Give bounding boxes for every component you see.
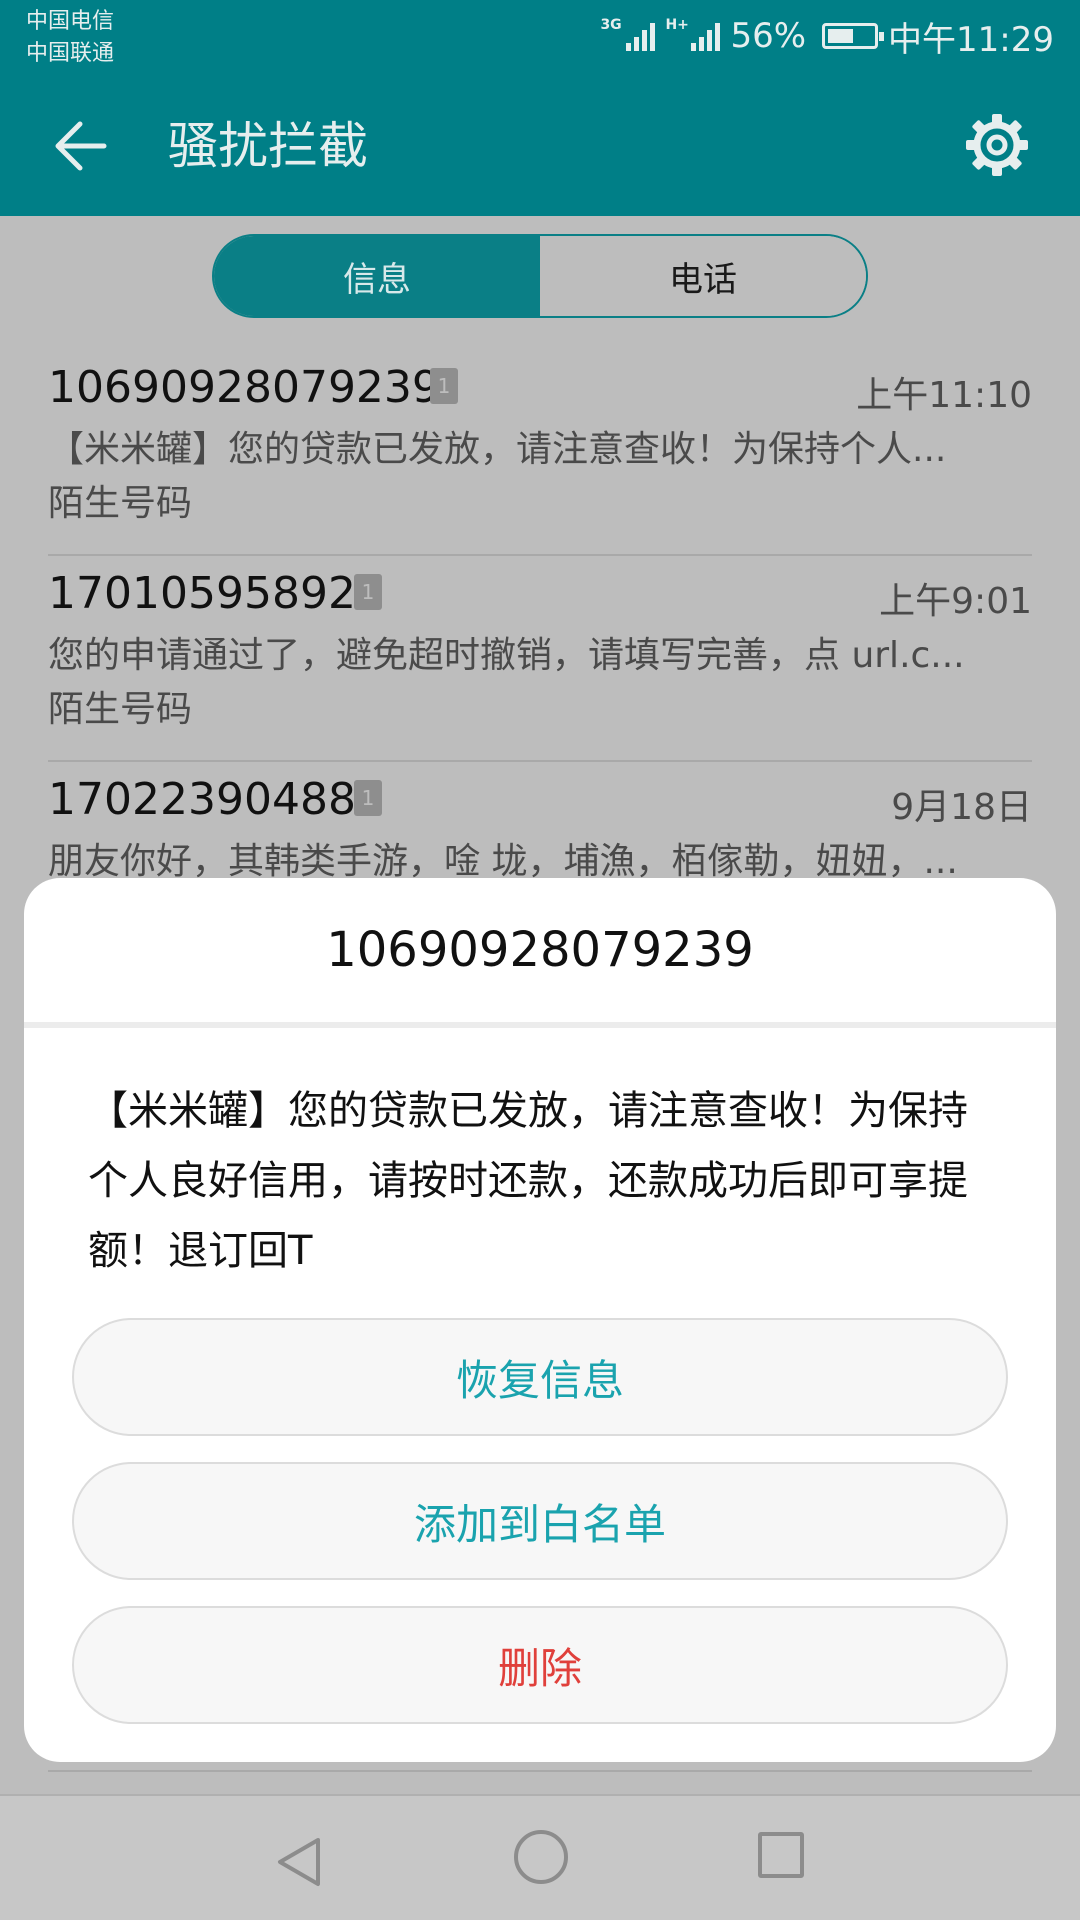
sender-number: 10690928079239 <box>48 362 440 413</box>
message-preview: 您的申请通过了，避免超时撤销，请填写完善，点 url.c... <box>48 635 965 676</box>
screen: 中国电信 中国联通 3G H+ 56% 中午11:29 骚扰拦截 信息 电话 1… <box>0 0 1080 1920</box>
list-item[interactable]: 17010595892 1 上午9:01 您的申请通过了，避免超时撤销，请填写完… <box>48 556 1032 762</box>
signal-1-icon: 3G <box>600 17 656 51</box>
message-action-dialog: 10690928079239 【米米罐】您的贷款已发放，请注意查收！为保持个人良… <box>24 878 1056 1762</box>
number-label: 陌生号码 <box>48 483 193 524</box>
sender-number: 17022390488 <box>48 774 356 825</box>
gear-icon[interactable] <box>964 112 1030 178</box>
number-label: 陌生号码 <box>48 689 193 730</box>
segmented-tabs: 信息 电话 <box>212 234 868 318</box>
sim-card-icon: 1 <box>354 780 382 816</box>
battery-level <box>828 29 854 43</box>
app-bar: 骚扰拦截 <box>0 76 1080 216</box>
message-preview: 朋友你好，其韩类手游，唫 垅，埔漁，栢傢勒，妞妞，... <box>48 841 958 882</box>
system-nav-bar <box>0 1794 1080 1920</box>
signal-2-type: H+ <box>665 17 689 33</box>
status-indicators: 3G H+ 56% 中午11:29 <box>600 14 1054 60</box>
carrier-2: 中国联通 <box>26 41 115 66</box>
arrow-left-icon[interactable] <box>52 116 112 176</box>
tab-calls[interactable]: 电话 <box>540 236 866 316</box>
delete-button[interactable]: 删除 <box>72 1606 1008 1724</box>
nav-back-icon[interactable] <box>272 1834 328 1890</box>
dialog-title: 10690928079239 <box>326 922 754 978</box>
battery-percent: 56% <box>730 16 807 56</box>
sim-card-icon: 1 <box>354 574 382 610</box>
message-time: 上午9:01 <box>879 581 1032 622</box>
tab-messages[interactable]: 信息 <box>214 236 540 316</box>
message-time: 9月18日 <box>891 787 1032 828</box>
message-time: 上午11:10 <box>856 375 1032 416</box>
carrier-names: 中国电信 中国联通 <box>26 6 114 70</box>
dialog-message-body: 【米米罐】您的贷款已发放，请注意查收！为保持个人良好信用，请按时还款，还款成功后… <box>88 1088 968 1274</box>
nav-recents-icon[interactable] <box>758 1832 804 1878</box>
message-preview: 【米米罐】您的贷款已发放，请注意查收！为保持个人... <box>48 429 947 470</box>
clock: 中午11:29 <box>888 19 1054 60</box>
status-bar: 中国电信 中国联通 3G H+ 56% 中午11:29 <box>0 0 1080 76</box>
signal-2-icon: H+ <box>665 17 721 51</box>
carrier-1: 中国电信 <box>26 9 115 34</box>
list-divider <box>48 1770 1032 1772</box>
nav-home-icon[interactable] <box>514 1830 568 1884</box>
sim-card-icon: 1 <box>430 368 458 404</box>
message-list: 10690928079239 1 上午11:10 【米米罐】您的贷款已发放，请注… <box>48 350 1032 968</box>
restore-message-button[interactable]: 恢复信息 <box>72 1318 1008 1436</box>
add-to-whitelist-button[interactable]: 添加到白名单 <box>72 1462 1008 1580</box>
signal-1-type: 3G <box>600 17 622 33</box>
sender-number: 17010595892 <box>48 568 356 619</box>
dialog-divider <box>24 1022 1056 1028</box>
list-item[interactable]: 10690928079239 1 上午11:10 【米米罐】您的贷款已发放，请注… <box>48 350 1032 556</box>
page-title: 骚扰拦截 <box>168 117 368 175</box>
battery-icon <box>822 23 885 49</box>
